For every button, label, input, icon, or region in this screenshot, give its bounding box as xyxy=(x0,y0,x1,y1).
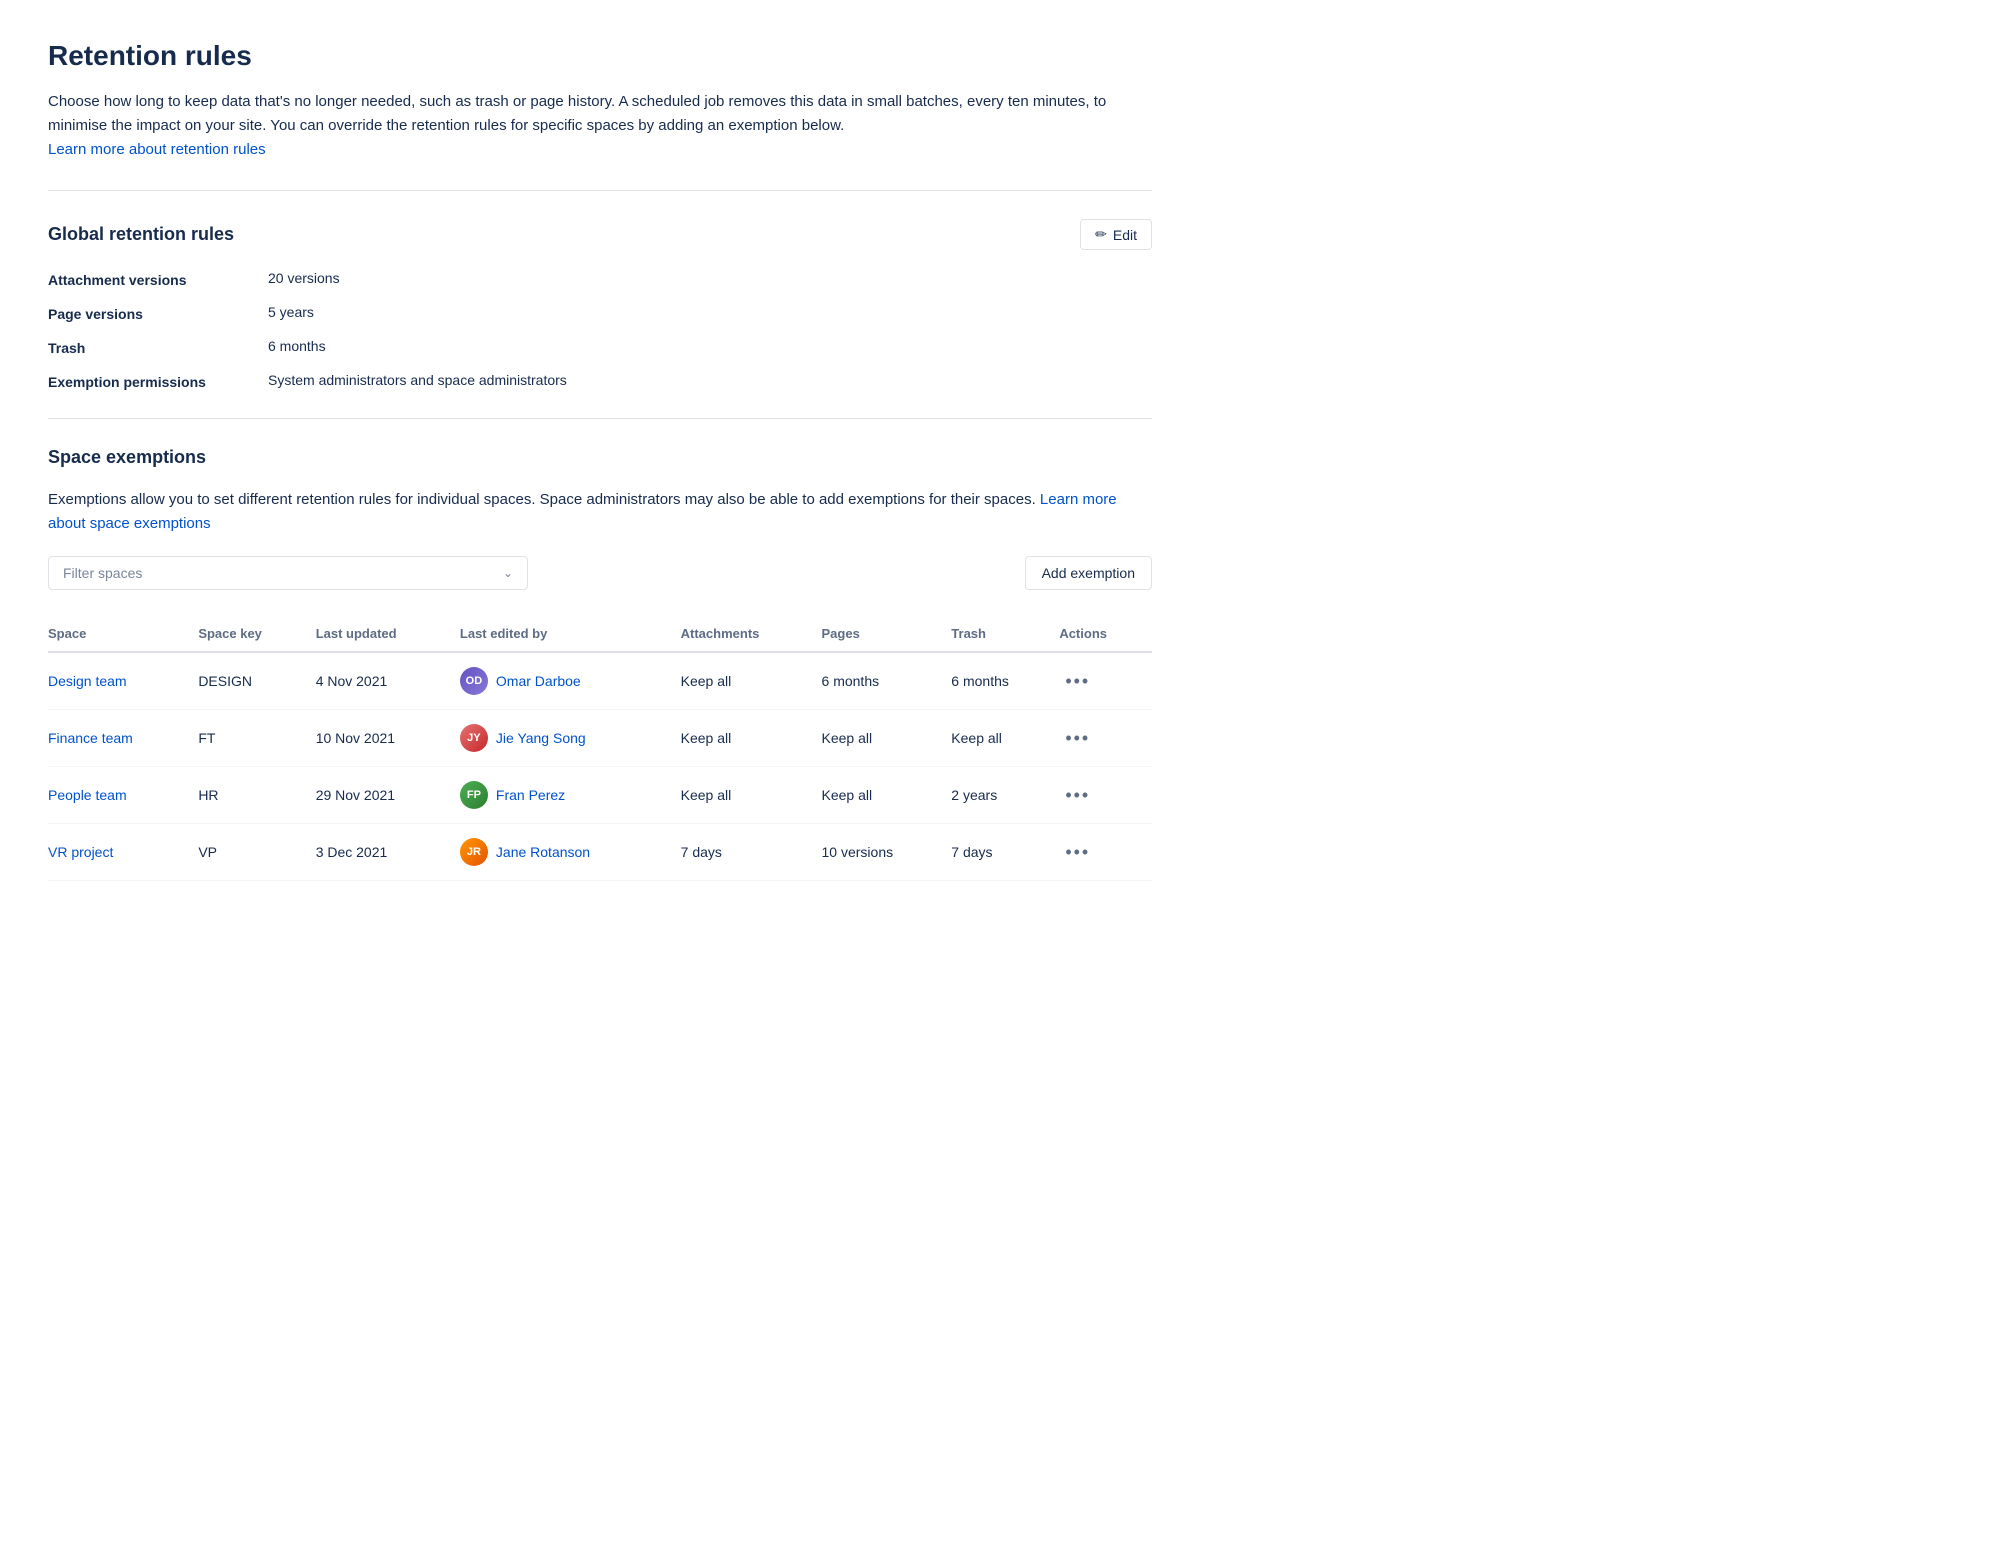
page-description: Choose how long to keep data that's no l… xyxy=(48,90,1152,162)
cell-space-2: People team xyxy=(48,767,198,824)
table-row: VR project VP 3 Dec 2021 JR Jane Rotanso… xyxy=(48,824,1152,881)
cell-actions-2: ••• xyxy=(1059,767,1152,824)
cell-last-edited-0: OD Omar Darboe xyxy=(460,652,681,710)
avatar-1: JY xyxy=(460,724,488,752)
col-trash: Trash xyxy=(951,618,1059,652)
cell-actions-3: ••• xyxy=(1059,824,1152,881)
rule-value-0: 20 versions xyxy=(268,270,1152,288)
actions-button-1[interactable]: ••• xyxy=(1059,726,1096,751)
cell-last-updated-3: 3 Dec 2021 xyxy=(316,824,460,881)
space-link-2[interactable]: People team xyxy=(48,787,127,803)
global-rules-title: Global retention rules xyxy=(48,224,234,245)
space-exemptions-section: Space exemptions Exemptions allow you to… xyxy=(48,447,1152,881)
actions-button-2[interactable]: ••• xyxy=(1059,783,1096,808)
learn-more-retention-link[interactable]: Learn more about retention rules xyxy=(48,141,266,158)
col-space: Space xyxy=(48,618,198,652)
chevron-down-icon: ⌄ xyxy=(503,566,513,580)
cell-last-edited-1: JY Jie Yang Song xyxy=(460,710,681,767)
filter-row: Filter spaces ⌄ Add exemption xyxy=(48,556,1152,590)
space-exemptions-description: Exemptions allow you to set different re… xyxy=(48,488,1152,536)
user-link-3[interactable]: Jane Rotanson xyxy=(496,844,590,860)
rule-label-1: Page versions xyxy=(48,304,268,322)
cell-trash-1: Keep all xyxy=(951,710,1059,767)
cell-last-updated-2: 29 Nov 2021 xyxy=(316,767,460,824)
cell-pages-0: 6 months xyxy=(822,652,952,710)
table-header: Space Space key Last updated Last edited… xyxy=(48,618,1152,652)
page-title: Retention rules xyxy=(48,40,1152,72)
table-row: Design team DESIGN 4 Nov 2021 OD Omar Da… xyxy=(48,652,1152,710)
col-attachments: Attachments xyxy=(681,618,822,652)
cell-attachments-2: Keep all xyxy=(681,767,822,824)
cell-last-updated-1: 10 Nov 2021 xyxy=(316,710,460,767)
cell-attachments-1: Keep all xyxy=(681,710,822,767)
cell-last-updated-0: 4 Nov 2021 xyxy=(316,652,460,710)
cell-space-key-3: VP xyxy=(198,824,315,881)
cell-space-key-2: HR xyxy=(198,767,315,824)
space-link-1[interactable]: Finance team xyxy=(48,730,133,746)
cell-attachments-0: Keep all xyxy=(681,652,822,710)
space-link-0[interactable]: Design team xyxy=(48,673,127,689)
cell-actions-1: ••• xyxy=(1059,710,1152,767)
table-row: People team HR 29 Nov 2021 FP Fran Perez… xyxy=(48,767,1152,824)
cell-trash-0: 6 months xyxy=(951,652,1059,710)
table-row: Finance team FT 10 Nov 2021 JY Jie Yang … xyxy=(48,710,1152,767)
filter-spaces-dropdown[interactable]: Filter spaces ⌄ xyxy=(48,556,528,590)
avatar-0: OD xyxy=(460,667,488,695)
divider-2 xyxy=(48,418,1152,419)
user-link-2[interactable]: Fran Perez xyxy=(496,787,565,803)
space-link-3[interactable]: VR project xyxy=(48,844,113,860)
cell-space-3: VR project xyxy=(48,824,198,881)
user-link-1[interactable]: Jie Yang Song xyxy=(496,730,586,746)
actions-button-3[interactable]: ••• xyxy=(1059,840,1096,865)
avatar-3: JR xyxy=(460,838,488,866)
avatar-2: FP xyxy=(460,781,488,809)
space-exemptions-header: Space exemptions xyxy=(48,447,1152,468)
cell-last-edited-2: FP Fran Perez xyxy=(460,767,681,824)
edit-button[interactable]: ✏ Edit xyxy=(1080,219,1152,250)
cell-actions-0: ••• xyxy=(1059,652,1152,710)
filter-placeholder: Filter spaces xyxy=(63,565,142,581)
exemptions-table: Space Space key Last updated Last edited… xyxy=(48,618,1152,881)
global-rules-header: Global retention rules ✏ Edit xyxy=(48,219,1152,250)
actions-button-0[interactable]: ••• xyxy=(1059,669,1096,694)
table-body: Design team DESIGN 4 Nov 2021 OD Omar Da… xyxy=(48,652,1152,881)
table-header-row: Space Space key Last updated Last edited… xyxy=(48,618,1152,652)
cell-space-key-0: DESIGN xyxy=(198,652,315,710)
cell-attachments-3: 7 days xyxy=(681,824,822,881)
col-last-updated: Last updated xyxy=(316,618,460,652)
rule-value-2: 6 months xyxy=(268,338,1152,356)
rule-value-3: System administrators and space administ… xyxy=(268,372,1152,390)
col-actions: Actions xyxy=(1059,618,1152,652)
cell-space-key-1: FT xyxy=(198,710,315,767)
divider-1 xyxy=(48,190,1152,191)
rule-label-3: Exemption permissions xyxy=(48,372,268,390)
cell-pages-1: Keep all xyxy=(822,710,952,767)
cell-pages-3: 10 versions xyxy=(822,824,952,881)
add-exemption-button[interactable]: Add exemption xyxy=(1025,556,1152,590)
rule-value-1: 5 years xyxy=(268,304,1152,322)
cell-space-0: Design team xyxy=(48,652,198,710)
col-last-edited: Last edited by xyxy=(460,618,681,652)
space-exemptions-title: Space exemptions xyxy=(48,447,206,468)
cell-trash-2: 2 years xyxy=(951,767,1059,824)
pencil-icon: ✏ xyxy=(1095,226,1107,243)
global-rules-grid: Attachment versions 20 versions Page ver… xyxy=(48,270,1152,390)
cell-pages-2: Keep all xyxy=(822,767,952,824)
col-space-key: Space key xyxy=(198,618,315,652)
col-pages: Pages xyxy=(822,618,952,652)
cell-trash-3: 7 days xyxy=(951,824,1059,881)
rule-label-2: Trash xyxy=(48,338,268,356)
cell-last-edited-3: JR Jane Rotanson xyxy=(460,824,681,881)
cell-space-1: Finance team xyxy=(48,710,198,767)
user-link-0[interactable]: Omar Darboe xyxy=(496,673,581,689)
rule-label-0: Attachment versions xyxy=(48,270,268,288)
